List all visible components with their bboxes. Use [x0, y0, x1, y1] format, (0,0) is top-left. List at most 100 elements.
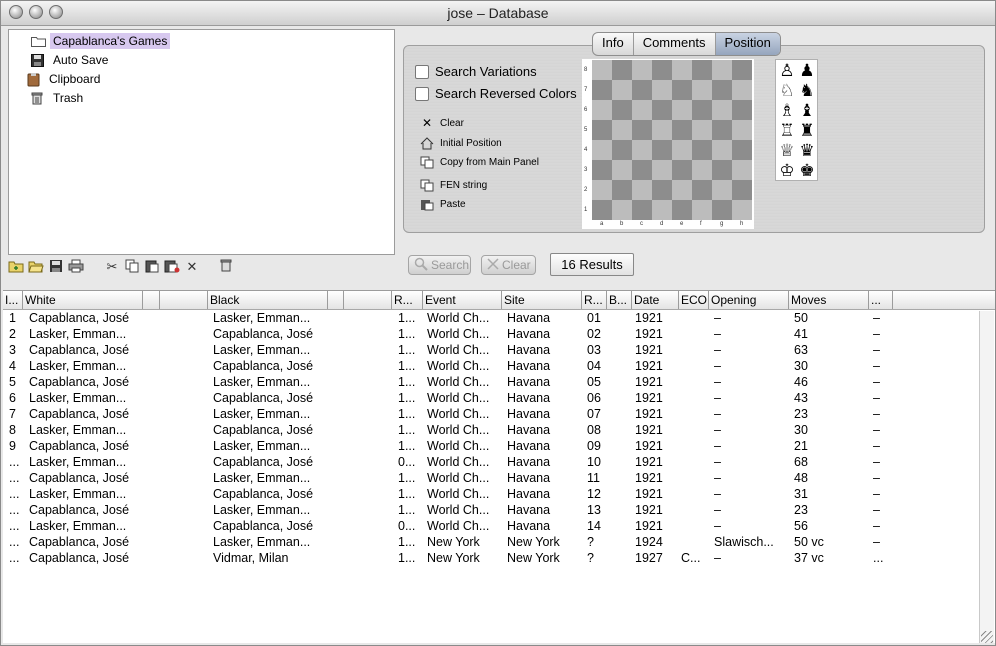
board-square[interactable]: [612, 180, 632, 200]
delete-icon[interactable]: ✕: [184, 259, 200, 275]
table-row[interactable]: 9 Capablanca, José Lasker, Emman... 1... Wor…: [3, 438, 995, 454]
board-square[interactable]: [652, 200, 672, 220]
board-square[interactable]: [612, 120, 632, 140]
column-header[interactable]: Event: [423, 291, 502, 309]
fen-string-button[interactable]: FEN string: [420, 179, 487, 192]
search-variations-checkbox[interactable]: Search Variations: [415, 64, 537, 79]
board-square[interactable]: [692, 120, 712, 140]
column-header[interactable]: I...: [3, 291, 23, 309]
chess-piece-icon[interactable]: ♔: [777, 161, 797, 181]
chess-piece-icon[interactable]: ♙: [777, 61, 797, 81]
board-square[interactable]: [632, 120, 652, 140]
board-square[interactable]: [612, 80, 632, 100]
board-square[interactable]: [592, 120, 612, 140]
column-header[interactable]: Site: [502, 291, 582, 309]
board-square[interactable]: [652, 120, 672, 140]
column-header[interactable]: ...: [869, 291, 893, 309]
chess-piece-icon[interactable]: ♝: [797, 101, 817, 121]
board-square[interactable]: [732, 100, 752, 120]
board-square[interactable]: [732, 140, 752, 160]
table-row[interactable]: 6 Lasker, Emman... Capablanca, José 1... Wor…: [3, 390, 995, 406]
board-square[interactable]: [592, 80, 612, 100]
board-square[interactable]: [672, 120, 692, 140]
search-reversed-colors-checkbox[interactable]: Search Reversed Colors: [415, 86, 577, 101]
table-row[interactable]: 8 Lasker, Emman... Capablanca, José 1... Wor…: [3, 422, 995, 438]
tree-item-clipboard[interactable]: Clipboard: [27, 70, 103, 88]
resize-grip[interactable]: [981, 631, 993, 643]
board-square[interactable]: [612, 200, 632, 220]
new-folder-icon[interactable]: [8, 259, 24, 275]
chess-piece-icon[interactable]: ♕: [777, 141, 797, 161]
chess-piece-icon[interactable]: ♟: [797, 61, 817, 81]
board-square[interactable]: [712, 60, 732, 80]
table-row[interactable]: ... Capablanca, José Lasker, Emman... 1... W…: [3, 470, 995, 486]
board-square[interactable]: [672, 80, 692, 100]
table-row[interactable]: 5 Capablanca, José Lasker, Emman... 1... Wor…: [3, 374, 995, 390]
board-square[interactable]: [652, 180, 672, 200]
board-square[interactable]: [632, 80, 652, 100]
board-square[interactable]: [732, 160, 752, 180]
cut-icon[interactable]: ✂: [104, 259, 120, 275]
board-square[interactable]: [692, 80, 712, 100]
column-header[interactable]: R...: [582, 291, 607, 309]
open-icon[interactable]: [28, 259, 44, 275]
table-row[interactable]: 7 Capablanca, José Lasker, Emman... 1... Wor…: [3, 406, 995, 422]
paste-icon[interactable]: [144, 259, 160, 275]
board-square[interactable]: [712, 200, 732, 220]
table-row[interactable]: ... Lasker, Emman... Capablanca, José 0... W…: [3, 518, 995, 534]
board-square[interactable]: [732, 120, 752, 140]
clear-position-button[interactable]: ✕ Clear: [420, 117, 464, 130]
board-square[interactable]: [732, 60, 752, 80]
board-square[interactable]: [632, 180, 652, 200]
tree-item-auto-save[interactable]: Auto Save: [31, 51, 111, 69]
tree-item-trash[interactable]: Trash: [31, 89, 86, 107]
column-header[interactable]: [160, 291, 208, 309]
paste-position-button[interactable]: Paste: [420, 198, 466, 211]
board-square[interactable]: [592, 100, 612, 120]
title-bar[interactable]: jose – Database: [1, 1, 995, 26]
board-square[interactable]: [672, 160, 692, 180]
board-square[interactable]: [632, 100, 652, 120]
checkbox-box[interactable]: [415, 86, 429, 101]
column-header[interactable]: Black: [208, 291, 328, 309]
board-square[interactable]: [692, 100, 712, 120]
board-square[interactable]: [732, 80, 752, 100]
table-row[interactable]: 4 Lasker, Emman... Capablanca, José 1... Wor…: [3, 358, 995, 374]
tree-item-capablancas-games[interactable]: Capablanca's Games: [31, 32, 171, 50]
board-square[interactable]: [612, 100, 632, 120]
board-square[interactable]: [712, 140, 732, 160]
table-row[interactable]: ... Capablanca, José Lasker, Emman... 1... W…: [3, 502, 995, 518]
chess-piece-icon[interactable]: ♗: [777, 101, 797, 121]
board-square[interactable]: [652, 160, 672, 180]
board-square[interactable]: [672, 200, 692, 220]
board-square[interactable]: [612, 140, 632, 160]
board-square[interactable]: [692, 160, 712, 180]
board-square[interactable]: [652, 80, 672, 100]
table-row[interactable]: 3 Capablanca, José Lasker, Emman... 1... Wor…: [3, 342, 995, 358]
board-square[interactable]: [652, 140, 672, 160]
clear-button[interactable]: Clear: [481, 255, 536, 275]
games-table[interactable]: I... White Black R... Event Site R... B... Date E…: [3, 290, 995, 643]
chess-piece-icon[interactable]: ♖: [777, 121, 797, 141]
chess-piece-icon[interactable]: ♜: [797, 121, 817, 141]
tab-position[interactable]: Position: [715, 33, 780, 55]
column-header[interactable]: R...: [392, 291, 423, 309]
column-header[interactable]: [344, 291, 392, 309]
column-header[interactable]: Opening: [709, 291, 789, 309]
column-header[interactable]: [143, 291, 160, 309]
copy-icon[interactable]: [124, 259, 140, 275]
board-square[interactable]: [592, 160, 612, 180]
board-square[interactable]: [712, 120, 732, 140]
board-square[interactable]: [632, 200, 652, 220]
copy-from-main-panel-button[interactable]: Copy from Main Panel: [420, 156, 539, 169]
table-row[interactable]: ... Lasker, Emman... Capablanca, José 1... W…: [3, 486, 995, 502]
column-header[interactable]: ECO: [679, 291, 709, 309]
chess-piece-icon[interactable]: ♚: [797, 161, 817, 181]
board-square[interactable]: [612, 160, 632, 180]
table-row[interactable]: ... Capablanca, José Lasker, Emman... 1... N…: [3, 534, 995, 550]
chess-piece-icon[interactable]: ♘: [777, 81, 797, 101]
board-square[interactable]: [652, 100, 672, 120]
vertical-scrollbar[interactable]: [979, 311, 994, 643]
board-square[interactable]: [632, 140, 652, 160]
board-square[interactable]: [732, 200, 752, 220]
